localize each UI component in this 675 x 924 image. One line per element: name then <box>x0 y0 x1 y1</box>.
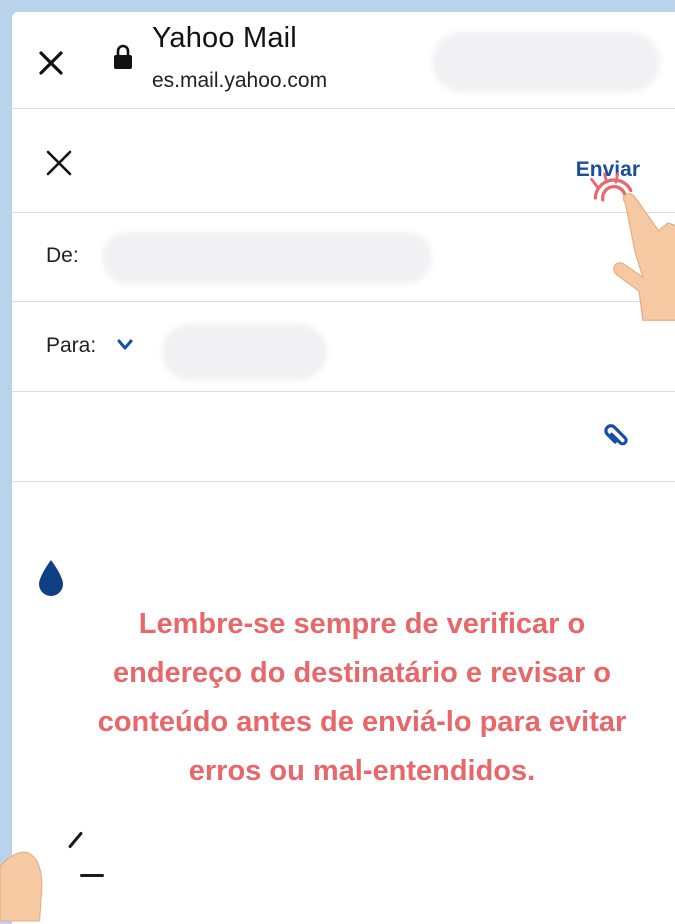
compose-header: Enviar <box>12 108 675 213</box>
subject-row[interactable] <box>12 392 675 482</box>
drop-icon <box>39 560 63 596</box>
to-label: Para: <box>46 334 97 357</box>
lock-icon <box>114 44 132 69</box>
browser-title: Yahoo Mail <box>152 22 297 54</box>
redacted-area <box>432 32 660 92</box>
to-row[interactable]: Para: <box>12 302 675 392</box>
from-label: De: <box>46 244 79 267</box>
redacted-area <box>162 324 327 380</box>
redacted-area <box>102 232 432 284</box>
paperclip-icon[interactable] <box>601 418 635 452</box>
phone-screen: Yahoo Mail es.mail.yahoo.com Enviar De: … <box>12 12 675 924</box>
decor-dash <box>80 874 104 877</box>
close-icon[interactable] <box>36 48 66 78</box>
close-icon[interactable] <box>44 148 74 178</box>
browser-url[interactable]: es.mail.yahoo.com <box>152 69 327 93</box>
chevron-down-icon[interactable] <box>117 338 133 352</box>
hand-icon <box>0 851 43 922</box>
decor-dash <box>67 831 84 849</box>
pointing-hand-icon <box>613 193 675 321</box>
browser-bar: Yahoo Mail es.mail.yahoo.com <box>12 12 675 109</box>
from-row[interactable]: De: <box>12 212 675 302</box>
tip-text: Lembre-se sempre de verificar o endereço… <box>97 608 627 787</box>
